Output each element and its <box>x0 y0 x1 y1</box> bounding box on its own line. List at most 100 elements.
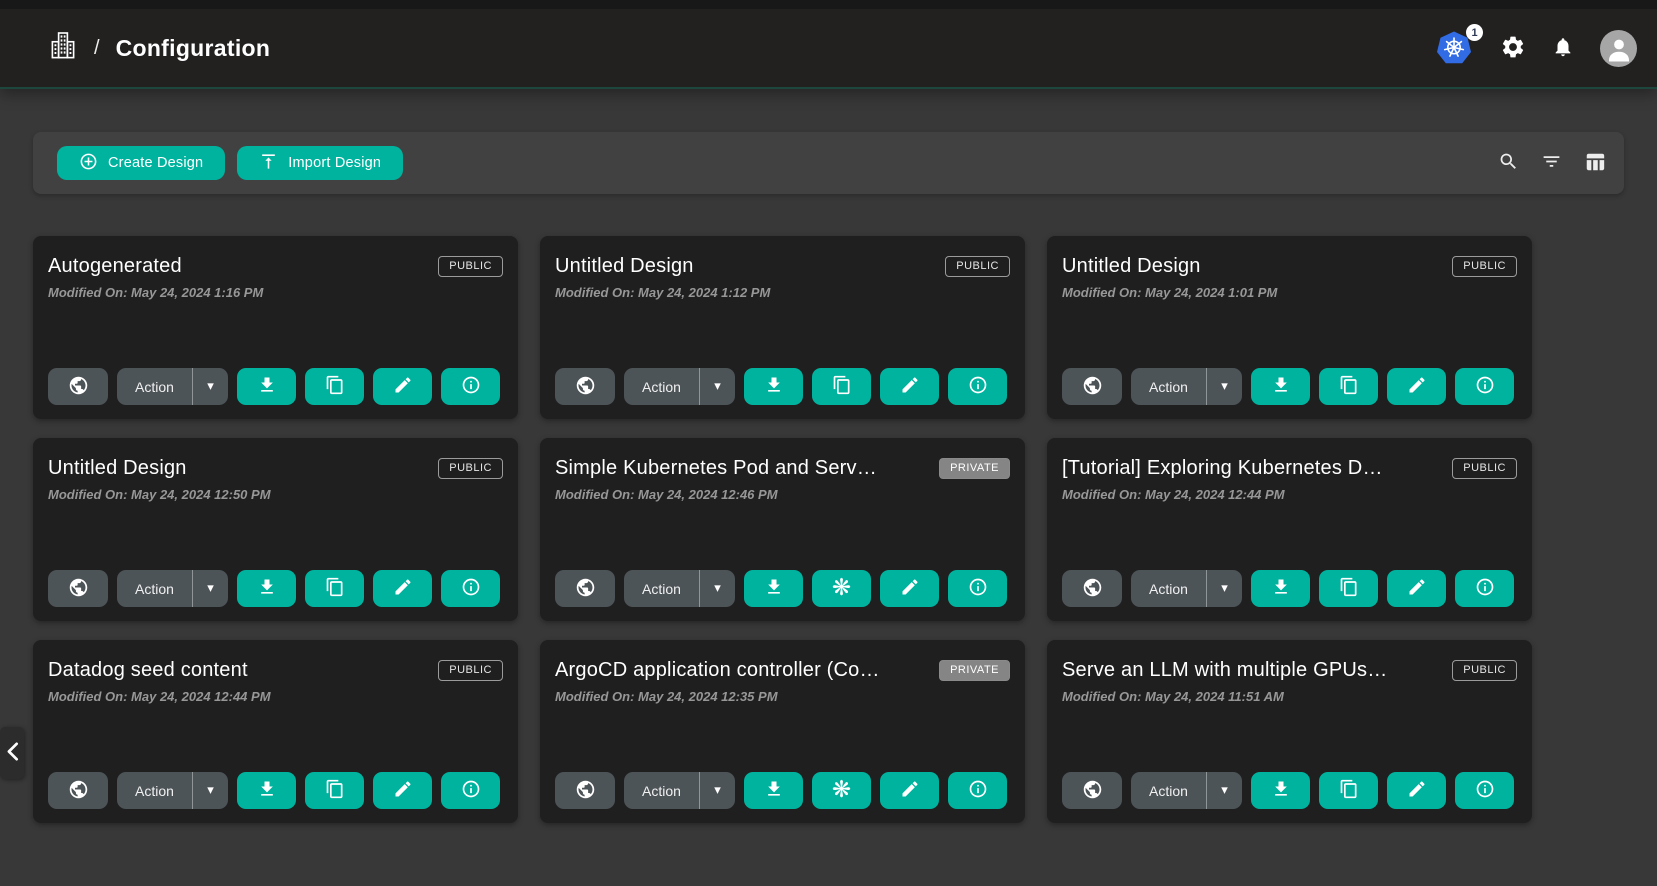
visibility-badge: PUBLIC <box>1452 660 1517 681</box>
design-card[interactable]: Untitled Design PUBLIC Modified On: May … <box>1047 236 1532 419</box>
design-button[interactable]: ❋ <box>812 772 871 809</box>
table-view-button[interactable] <box>1584 151 1606 176</box>
notifications-button[interactable] <box>1552 35 1574 62</box>
design-button[interactable]: ❋ <box>812 570 871 607</box>
visibility-globe-button[interactable] <box>48 368 108 405</box>
pencil-icon <box>900 375 920 398</box>
download-button[interactable] <box>1251 570 1310 607</box>
edit-button[interactable] <box>880 772 939 809</box>
info-button[interactable] <box>441 772 500 809</box>
pencil-icon <box>1407 375 1427 398</box>
info-button[interactable] <box>948 368 1007 405</box>
design-card[interactable]: [Tutorial] Exploring Kubernetes D… PUBLI… <box>1047 438 1532 621</box>
info-icon <box>461 577 481 600</box>
edit-button[interactable] <box>373 772 432 809</box>
design-card[interactable]: Datadog seed content PUBLIC Modified On:… <box>33 640 518 823</box>
action-dropdown-button[interactable]: Action ▾ <box>624 368 735 405</box>
design-card[interactable]: Simple Kubernetes Pod and Serv… PRIVATE … <box>540 438 1025 621</box>
visibility-badge: PRIVATE <box>939 458 1010 479</box>
create-design-button[interactable]: Create Design <box>57 146 225 180</box>
design-title: [Tutorial] Exploring Kubernetes D… <box>1062 457 1383 480</box>
action-label: Action <box>117 783 192 799</box>
download-button[interactable] <box>237 368 296 405</box>
visibility-globe-button[interactable] <box>1062 570 1122 607</box>
edit-button[interactable] <box>880 368 939 405</box>
download-button[interactable] <box>237 570 296 607</box>
info-button[interactable] <box>1455 570 1514 607</box>
action-dropdown-button[interactable]: Action ▾ <box>624 570 735 607</box>
pencil-icon <box>1407 577 1427 600</box>
clone-button[interactable] <box>1319 570 1378 607</box>
design-card[interactable]: Untitled Design PUBLIC Modified On: May … <box>33 438 518 621</box>
download-button[interactable] <box>1251 368 1310 405</box>
filter-button[interactable] <box>1541 151 1562 175</box>
person-icon <box>1604 34 1634 67</box>
download-button[interactable] <box>744 772 803 809</box>
chevron-down-icon[interactable]: ▾ <box>1207 379 1242 394</box>
info-button[interactable] <box>948 772 1007 809</box>
search-button[interactable] <box>1498 151 1519 175</box>
visibility-globe-button[interactable] <box>48 772 108 809</box>
action-label: Action <box>117 581 192 597</box>
info-button[interactable] <box>441 368 500 405</box>
download-button[interactable] <box>237 772 296 809</box>
design-card[interactable]: Autogenerated PUBLIC Modified On: May 24… <box>33 236 518 419</box>
design-card[interactable]: Serve an LLM with multiple GPUs… PUBLIC … <box>1047 640 1532 823</box>
user-avatar[interactable] <box>1600 30 1637 67</box>
chevron-down-icon[interactable]: ▾ <box>1207 783 1242 798</box>
visibility-globe-button[interactable] <box>1062 368 1122 405</box>
action-dropdown-button[interactable]: Action ▾ <box>117 772 228 809</box>
clone-button[interactable] <box>305 368 364 405</box>
download-button[interactable] <box>744 570 803 607</box>
navigator-collapse-toggle[interactable] <box>0 727 24 779</box>
chevron-down-icon[interactable]: ▾ <box>193 581 228 596</box>
chevron-down-icon[interactable]: ▾ <box>700 783 735 798</box>
download-button[interactable] <box>1251 772 1310 809</box>
card-action-row: Action ▾ <box>1062 570 1517 607</box>
download-button[interactable] <box>744 368 803 405</box>
pencil-icon <box>900 577 920 600</box>
clone-button[interactable] <box>305 772 364 809</box>
action-dropdown-button[interactable]: Action ▾ <box>117 570 228 607</box>
chevron-down-icon[interactable]: ▾ <box>700 379 735 394</box>
edit-button[interactable] <box>880 570 939 607</box>
edit-button[interactable] <box>1387 368 1446 405</box>
clone-button[interactable] <box>812 368 871 405</box>
info-button[interactable] <box>441 570 500 607</box>
action-dropdown-button[interactable]: Action ▾ <box>117 368 228 405</box>
import-design-button[interactable]: Import Design <box>237 146 403 180</box>
visibility-globe-button[interactable] <box>48 570 108 607</box>
card-action-row: Action ▾ ❋ <box>555 772 1010 809</box>
modified-date: Modified On: May 24, 2024 12:50 PM <box>48 487 503 502</box>
visibility-globe-button[interactable] <box>555 772 615 809</box>
info-button[interactable] <box>1455 772 1514 809</box>
edit-button[interactable] <box>373 570 432 607</box>
info-button[interactable] <box>1455 368 1514 405</box>
action-dropdown-button[interactable]: Action ▾ <box>1131 368 1242 405</box>
action-dropdown-button[interactable]: Action ▾ <box>1131 570 1242 607</box>
info-button[interactable] <box>948 570 1007 607</box>
edit-button[interactable] <box>1387 570 1446 607</box>
kubernetes-context-button[interactable]: 1 <box>1436 31 1474 65</box>
visibility-globe-button[interactable] <box>555 368 615 405</box>
chevron-left-icon <box>6 742 19 764</box>
chevron-down-icon[interactable]: ▾ <box>193 379 228 394</box>
visibility-globe-button[interactable] <box>1062 772 1122 809</box>
clone-button[interactable] <box>1319 772 1378 809</box>
action-dropdown-button[interactable]: Action ▾ <box>624 772 735 809</box>
clone-button[interactable] <box>305 570 364 607</box>
clone-button[interactable] <box>1319 368 1378 405</box>
globe-icon <box>575 779 596 803</box>
info-icon <box>968 779 988 802</box>
settings-button[interactable] <box>1500 34 1526 63</box>
edit-button[interactable] <box>1387 772 1446 809</box>
design-card[interactable]: ArgoCD application controller (Co… PRIVA… <box>540 640 1025 823</box>
action-dropdown-button[interactable]: Action ▾ <box>1131 772 1242 809</box>
design-card[interactable]: Untitled Design PUBLIC Modified On: May … <box>540 236 1025 419</box>
chevron-down-icon[interactable]: ▾ <box>700 581 735 596</box>
visibility-badge: PRIVATE <box>939 660 1010 681</box>
chevron-down-icon[interactable]: ▾ <box>193 783 228 798</box>
edit-button[interactable] <box>373 368 432 405</box>
visibility-globe-button[interactable] <box>555 570 615 607</box>
chevron-down-icon[interactable]: ▾ <box>1207 581 1242 596</box>
